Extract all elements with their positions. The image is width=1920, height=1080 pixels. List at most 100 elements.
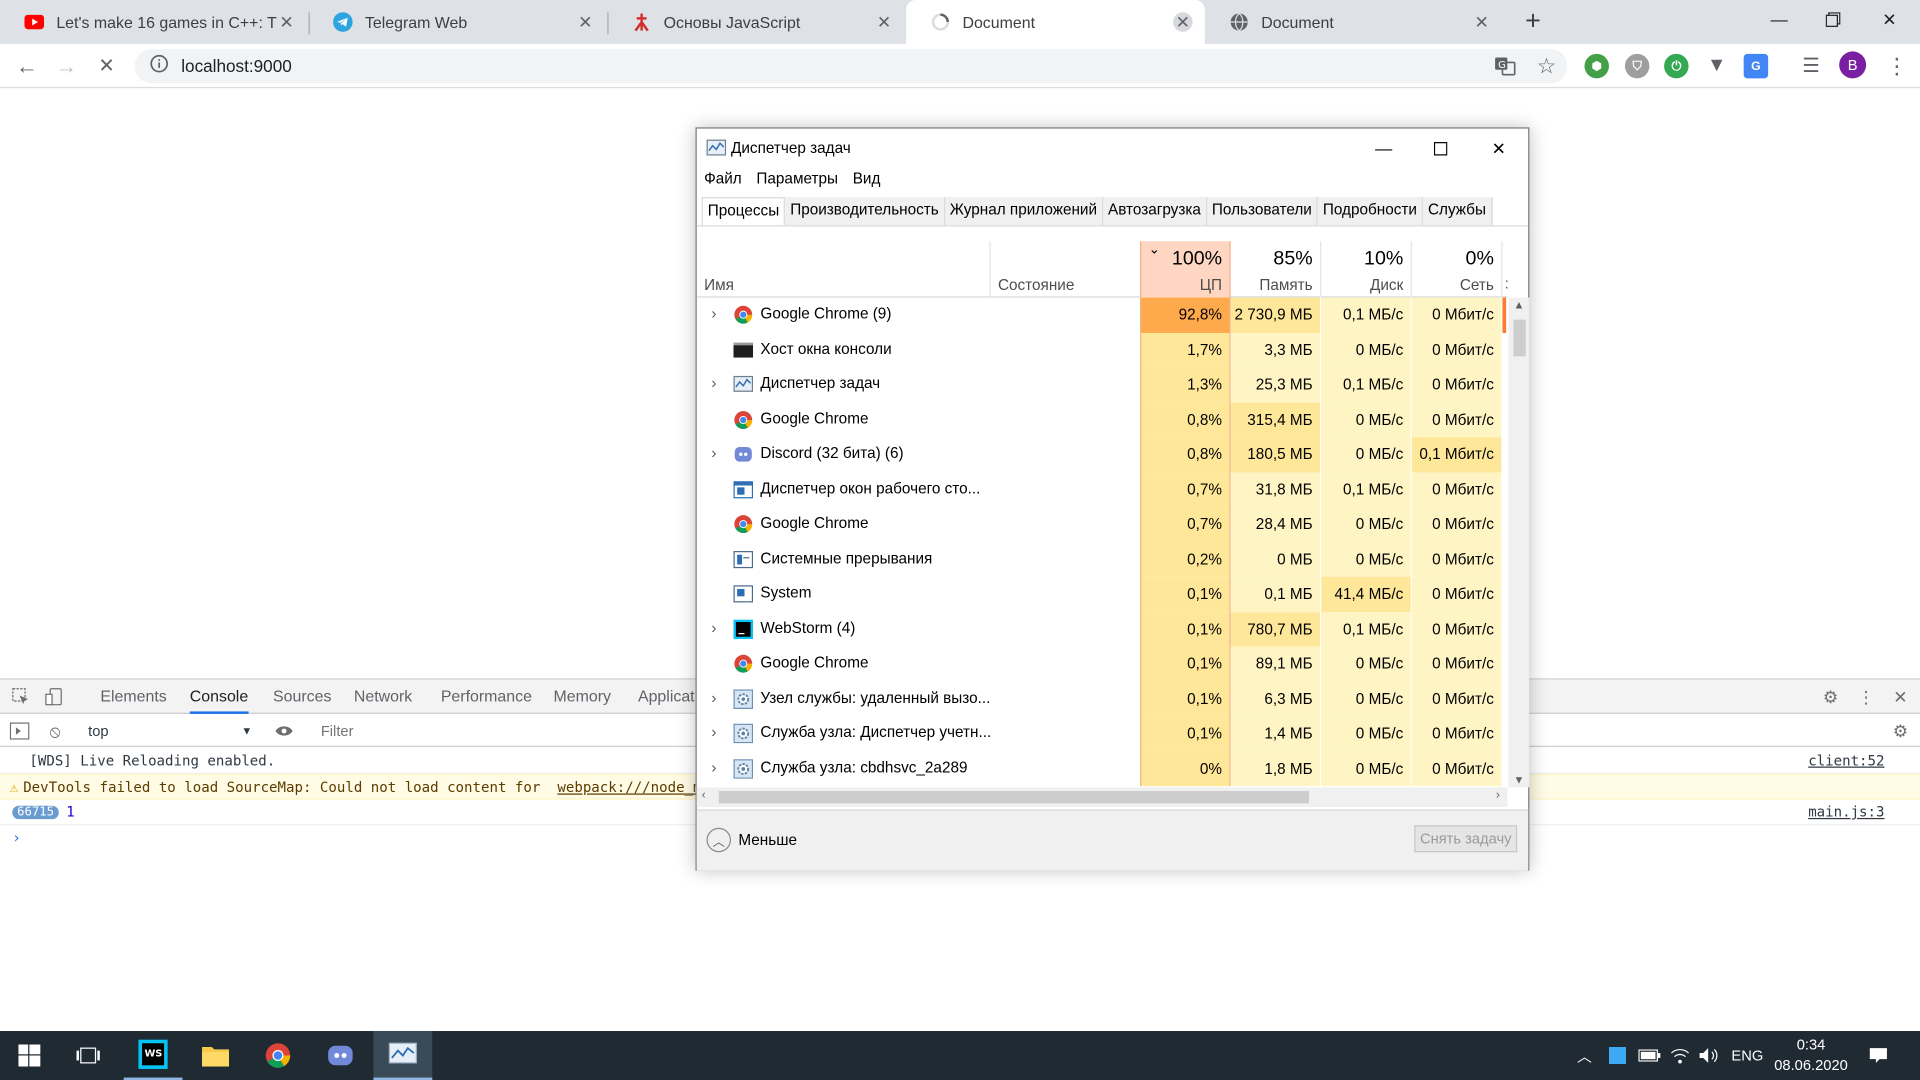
expand-chevron-icon[interactable]: › [707, 375, 722, 391]
webstorm-icon[interactable]: WS [123, 1031, 183, 1080]
browser-tab-youtube[interactable]: Let's make 16 games in C++: TET ✕ [0, 0, 309, 44]
vertical-scrollbar[interactable]: ▲ ▼ [1508, 297, 1530, 788]
vue-devtools-icon[interactable]: ▼ [1704, 54, 1728, 78]
stop-loading-button[interactable]: ✕ [91, 50, 123, 82]
close-tab-icon[interactable]: ✕ [1472, 12, 1492, 32]
process-row[interactable]: Google Chrome 0,7% 28,4 МБ 0 МБ/с 0 Мбит/с [697, 506, 1508, 542]
tab-processes[interactable]: Процессы [701, 197, 786, 226]
volume-icon[interactable] [1698, 1031, 1720, 1080]
menu-view[interactable]: Вид [853, 170, 881, 192]
live-expression-eye-icon[interactable] [273, 720, 295, 742]
tab-details[interactable]: Подробности [1317, 197, 1424, 226]
tm-maximize-button[interactable] [1412, 129, 1468, 168]
process-row[interactable]: Хост окна консоли 1,7% 3,3 МБ 0 МБ/с 0 Мбит/… [697, 332, 1508, 368]
discord-icon[interactable] [311, 1031, 370, 1080]
devtools-settings-icon[interactable]: ⚙ [1820, 686, 1842, 708]
console-settings-icon[interactable]: ⚙ [1889, 720, 1911, 742]
new-tab-button[interactable]: + [1518, 7, 1547, 36]
translate-icon[interactable]: G [1489, 50, 1521, 82]
process-row[interactable]: › WebStorm (4) 0,1% 780,7 МБ 0,1 МБ/с 0 Мбит/… [697, 611, 1508, 647]
google-translate-extension-icon[interactable]: G [1743, 53, 1769, 79]
scroll-thumb[interactable] [718, 791, 1309, 804]
context-selector[interactable]: top ▼ [81, 720, 257, 742]
column-header-cpu[interactable]: ⌄ 100% ЦП [1140, 241, 1231, 298]
expand-chevron-icon[interactable]: › [707, 689, 722, 705]
devtools-tab-memory[interactable]: Memory [553, 680, 610, 714]
browser-tab-document[interactable]: Document ✕ [1205, 0, 1504, 44]
fewer-details-button[interactable]: ︿ Меньше [706, 827, 797, 853]
bookmark-star-icon[interactable]: ☆ [1531, 50, 1563, 82]
address-bar[interactable]: localhost:9000 [134, 48, 1568, 84]
scroll-down-icon[interactable]: ▼ [1513, 774, 1524, 786]
scroll-left-icon[interactable]: ‹ [702, 789, 706, 802]
scroll-up-icon[interactable]: ▲ [1513, 299, 1524, 311]
column-header-status[interactable]: Состояние [991, 241, 1140, 297]
browser-tab-telegram[interactable]: Telegram Web ✕ [309, 0, 608, 44]
notifications-icon[interactable] [1869, 1031, 1889, 1080]
devtools-more-icon[interactable]: ⋮ [1855, 686, 1877, 708]
tab-startup[interactable]: Автозагрузка [1103, 197, 1208, 226]
end-task-button[interactable]: Снять задачу [1414, 825, 1518, 853]
console-sidebar-icon[interactable] [9, 720, 31, 742]
system-clock[interactable]: 0:34 08.06.2020 [1773, 1035, 1849, 1077]
devtools-tab-network[interactable]: Network [354, 680, 412, 714]
browser-tab-document-active[interactable]: Document ✕ [906, 0, 1205, 45]
process-row[interactable]: › Служба узла: cbdhsvc_2a289 0% 1,8 МБ 0 МБ/… [697, 751, 1508, 787]
device-toolbar-icon[interactable] [43, 686, 65, 708]
start-icon[interactable] [0, 1031, 59, 1080]
show-hidden-icons[interactable]: ︿ [1577, 1031, 1592, 1080]
input-language[interactable]: ENG [1731, 1031, 1763, 1080]
minimize-window-button[interactable]: — [1751, 0, 1807, 39]
restore-window-button[interactable] [1805, 0, 1861, 39]
console-source-link[interactable]: client:52 [1808, 752, 1884, 769]
menu-file[interactable]: Файл [704, 170, 742, 192]
inspect-element-icon[interactable] [10, 686, 32, 708]
tm-close-button[interactable]: ✕ [1471, 129, 1527, 168]
back-button[interactable]: ← [11, 50, 43, 82]
column-header-energy[interactable]: Эн [1502, 241, 1507, 297]
process-row[interactable]: Диспетчер окон рабочего сто... 0,7% 31,8 М… [697, 472, 1508, 507]
nodejs-extension-icon[interactable]: ⬢ [1584, 53, 1609, 79]
tab-performance[interactable]: Производительность [785, 197, 945, 226]
sourcemap-link[interactable]: webpack:///node_mod [557, 778, 718, 795]
clear-console-icon[interactable]: ⦸ [44, 720, 66, 742]
tab-users[interactable]: Пользователи [1207, 197, 1318, 226]
expand-chevron-icon[interactable]: › [707, 619, 722, 635]
tray-app-icon[interactable] [1608, 1031, 1627, 1080]
process-row[interactable]: Системные прерывания 0,2% 0 МБ 0 МБ/с 0 Мбит… [697, 541, 1508, 577]
power-extension-icon[interactable]: ⏻ [1664, 53, 1689, 79]
process-row[interactable]: Google Chrome 0,1% 89,1 МБ 0 МБ/с 0 Мбит/с [697, 646, 1508, 682]
tab-services[interactable]: Службы [1423, 197, 1493, 226]
expand-chevron-icon[interactable]: › [707, 444, 722, 460]
browser-tab-javascript[interactable]: Основы JavaScript ✕ [607, 0, 906, 44]
info-icon[interactable] [149, 54, 169, 78]
expand-chevron-icon[interactable]: › [707, 724, 722, 740]
process-row[interactable]: › Служба узла: Диспетчер учетн... 0,1% 1,4 … [697, 716, 1508, 752]
file-explorer-icon[interactable] [186, 1031, 245, 1080]
scroll-thumb[interactable] [1513, 319, 1526, 357]
column-header-network[interactable]: 0% Сеть [1412, 241, 1503, 298]
close-window-button[interactable]: ✕ [1861, 0, 1917, 39]
task-view-icon[interactable] [59, 1031, 118, 1080]
horizontal-scrollbar[interactable]: ‹ › [696, 787, 1508, 807]
profile-avatar[interactable]: B [1839, 51, 1867, 79]
process-row[interactable]: System 0,1% 0,1 МБ 41,4 МБ/с 0 Мбит/с [697, 576, 1508, 612]
process-row[interactable]: Google Chrome 0,8% 315,4 МБ 0 МБ/с 0 Мбит/с [697, 402, 1508, 438]
column-header-disk[interactable]: 10% Диск [1321, 241, 1412, 298]
scroll-right-icon[interactable]: › [1496, 789, 1500, 802]
column-header-memory[interactable]: 85% Память [1231, 241, 1322, 298]
process-row[interactable]: › Узел службы: удаленный вызо... 0,1% 6,3 М… [697, 681, 1508, 717]
tab-app-history[interactable]: Журнал приложений [944, 197, 1104, 226]
process-row[interactable]: › Google Chrome (9) 92,8% 2 730,9 МБ 0,1 МБ/… [697, 297, 1508, 333]
tm-minimize-button[interactable]: — [1356, 129, 1412, 168]
taskmanager-icon[interactable] [373, 1031, 433, 1080]
console-filter-input[interactable] [313, 718, 681, 744]
process-row[interactable]: › Диспетчер задач 1,3% 25,3 МБ 0,1 МБ/с 0 Мби… [697, 367, 1508, 403]
chrome-icon[interactable] [249, 1031, 308, 1080]
expand-chevron-icon[interactable]: › [707, 305, 722, 321]
chrome-menu-icon[interactable]: ⋮ [1881, 50, 1913, 82]
media-control-icon[interactable]: ☰ [1795, 50, 1827, 82]
close-tab-icon[interactable]: ✕ [576, 12, 596, 32]
devtools-tab-console[interactable]: Console [189, 680, 249, 714]
close-tab-icon[interactable]: ✕ [1173, 12, 1193, 32]
